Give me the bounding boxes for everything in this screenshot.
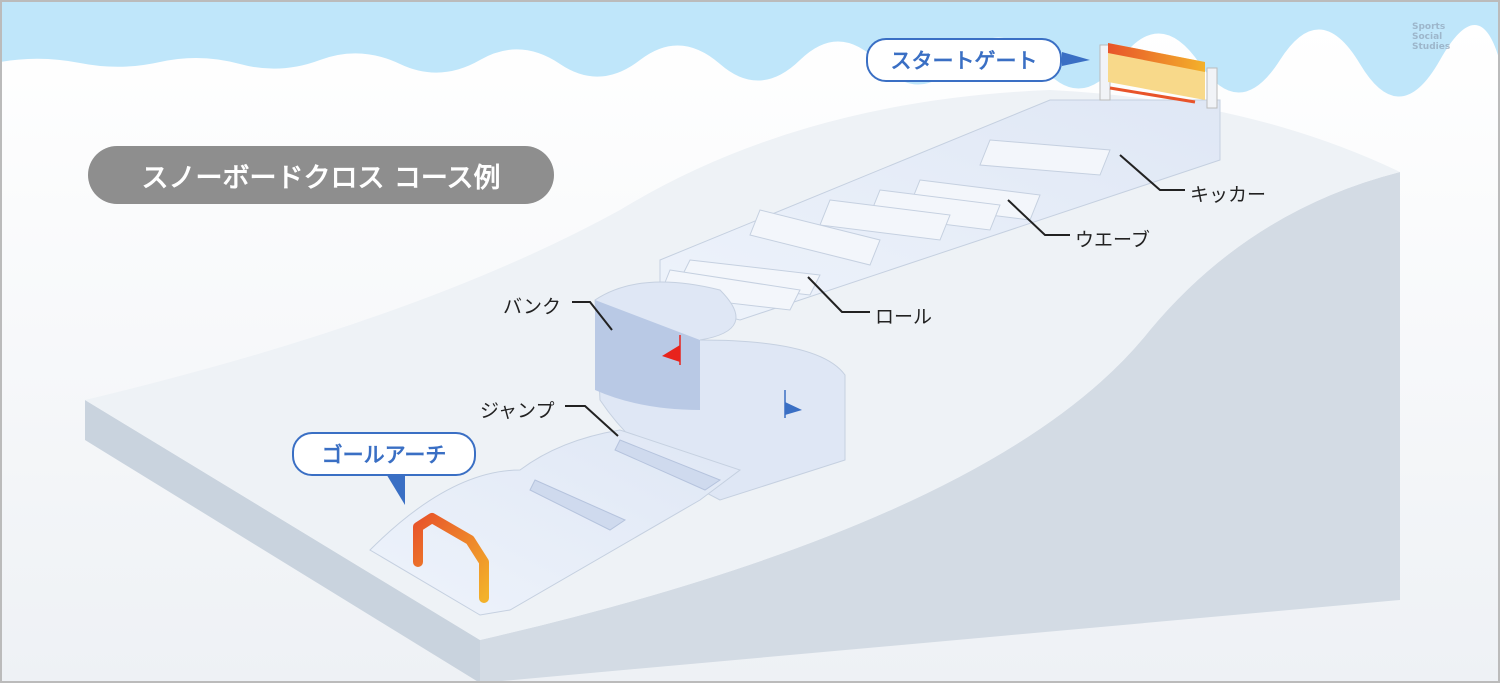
label-wave: ウエーブ — [1075, 229, 1150, 251]
snowboard-cross-diagram: スノーボードクロス コース例 スタートゲート ゴールアーチ キッカー ウエーブ … — [0, 0, 1500, 683]
label-bank: バンク — [503, 296, 561, 318]
diagram-title: スノーボードクロス コース例 — [88, 146, 554, 204]
goal-arch-callout: ゴールアーチ — [292, 432, 476, 476]
label-jump: ジャンプ — [480, 400, 555, 422]
label-kicker: キッカー — [1190, 184, 1267, 206]
label-roll: ロール — [875, 306, 933, 328]
course-illustration — [0, 0, 1500, 683]
start-gate-callout: スタートゲート — [866, 38, 1062, 82]
site-logo: Sports Social Studies — [1412, 22, 1451, 52]
